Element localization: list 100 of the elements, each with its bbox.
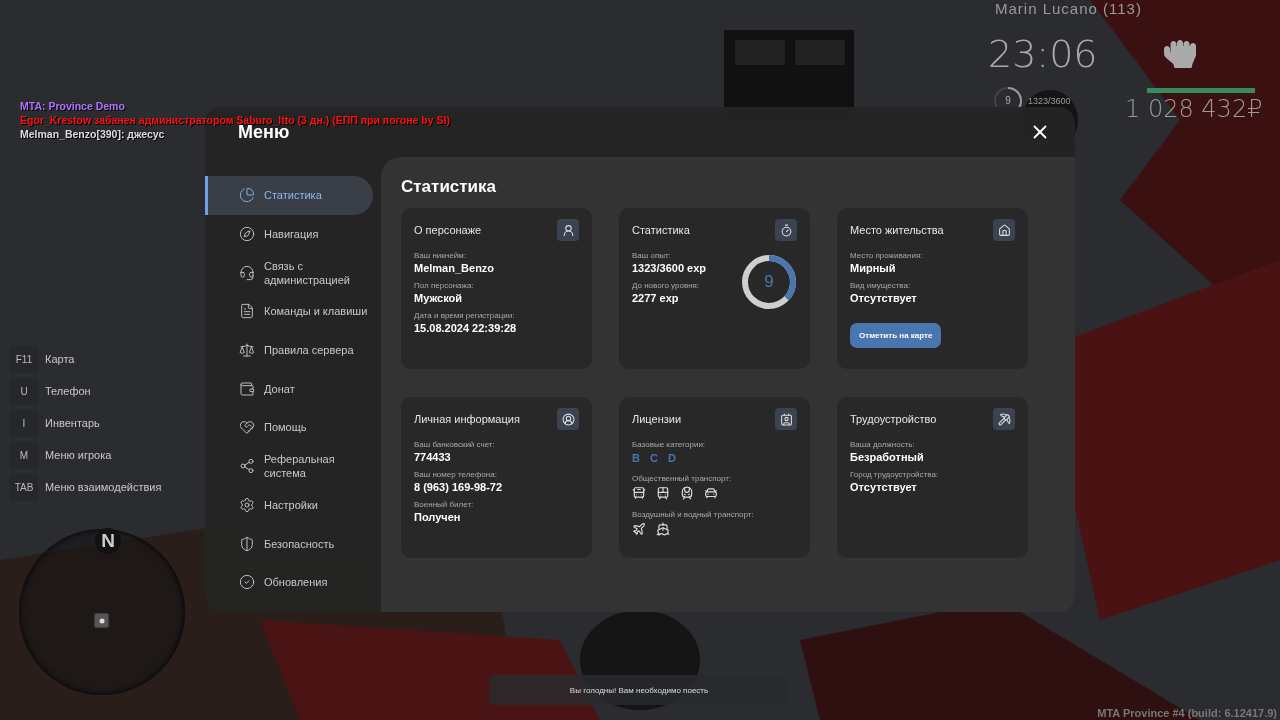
field-label: Ваш банковский счет: bbox=[414, 440, 496, 449]
heart-handshake-icon bbox=[239, 419, 255, 436]
chat-message: Melman_Benzo[390]: джесус bbox=[20, 127, 165, 141]
home-icon bbox=[993, 219, 1015, 241]
ship-icon bbox=[656, 522, 670, 536]
field-label: Дата и время регистрации: bbox=[414, 311, 516, 320]
car-icon bbox=[704, 486, 718, 500]
key-cap: U bbox=[10, 377, 38, 405]
share-icon bbox=[239, 458, 255, 475]
field-label: Пол персонажа: bbox=[414, 281, 475, 290]
sidebar-item[interactable]: Обновления bbox=[205, 562, 373, 602]
sidebar-label: Реферальная система bbox=[264, 452, 336, 481]
field-label: Вид имущества: bbox=[850, 281, 912, 290]
field-label: Военный билет: bbox=[414, 500, 475, 509]
chat-message: MTA: Province Demo bbox=[20, 99, 125, 113]
plane-icon bbox=[632, 522, 646, 536]
sidebar-label: Правила сервера bbox=[264, 343, 354, 358]
sidebar-item[interactable]: Правила сервера bbox=[205, 330, 373, 370]
scales-icon bbox=[239, 342, 255, 359]
card-title: О персонаже bbox=[414, 224, 482, 236]
field-label: Место проживания: bbox=[850, 251, 924, 260]
pickaxe-icon bbox=[993, 408, 1015, 430]
sidebar-item[interactable]: Реферальная система bbox=[205, 446, 373, 486]
key-cap: I bbox=[10, 409, 38, 437]
license-category: B bbox=[632, 452, 640, 464]
field-value: 8 (963) 169-98-72 bbox=[414, 481, 504, 493]
sidebar-label: Помощь bbox=[264, 420, 307, 435]
hotkey-label: Карта bbox=[45, 353, 75, 365]
hotkey-label: Телефон bbox=[45, 385, 91, 397]
build-info: MTA Province #4 (build: 6.12417.9) bbox=[1097, 707, 1277, 719]
level-number: 9 bbox=[1005, 96, 1011, 106]
sidebar-label: Обновления bbox=[264, 575, 328, 590]
timer-icon bbox=[775, 219, 797, 241]
sidebar-item[interactable]: Команды и клавиши bbox=[205, 292, 373, 331]
hotkey-label: Меню игрока bbox=[45, 449, 112, 461]
sidebar-label: Связь с администрацией bbox=[264, 258, 351, 287]
sidebar-item[interactable]: Безопасность bbox=[205, 524, 373, 563]
pie-chart-icon bbox=[239, 187, 255, 204]
field-label: Воздушный и водный транспорт: bbox=[632, 510, 755, 519]
sidebar-item[interactable]: Настройки bbox=[205, 485, 373, 525]
player-marker-icon bbox=[93, 612, 111, 630]
card-title: Трудоустройство bbox=[850, 413, 937, 425]
card-title: Место жительства bbox=[850, 224, 944, 236]
sidebar-label: Команды и клавиши bbox=[264, 304, 368, 319]
card-title: Лицензии bbox=[632, 413, 682, 425]
user-icon bbox=[557, 219, 579, 241]
settings-icon bbox=[239, 496, 255, 513]
sidebar-label: Донат bbox=[264, 381, 295, 396]
sidebar-item[interactable]: Статистика bbox=[205, 176, 373, 215]
field-label: Ваш опыт: bbox=[632, 251, 672, 260]
hotkey-label: Меню взаимодействия bbox=[45, 481, 162, 493]
field-label: Общественный транспорт: bbox=[632, 474, 733, 483]
check-circle-icon bbox=[239, 574, 255, 591]
field-value: Получен bbox=[414, 511, 462, 523]
sidebar-label: Безопасность bbox=[264, 536, 335, 551]
card-title: Личная информация bbox=[414, 413, 520, 425]
compass-icon bbox=[239, 226, 255, 243]
sidebar-label: Навигация bbox=[264, 227, 319, 242]
field-value: Безработный bbox=[850, 451, 925, 463]
license-category: C bbox=[649, 452, 658, 464]
field-value: Отсутствует bbox=[850, 481, 918, 493]
clock: 23:06 bbox=[988, 32, 1098, 76]
field-label: Город трудоустройства: bbox=[850, 470, 940, 479]
level-number: 9 bbox=[764, 273, 774, 291]
tram-icon bbox=[656, 486, 670, 500]
section-title: Статистика bbox=[401, 177, 498, 197]
bus-icon bbox=[632, 486, 646, 500]
field-value: Мужской bbox=[414, 292, 464, 304]
sidebar-label: Настройки bbox=[264, 497, 318, 512]
exp-text: 1323/3600 bbox=[1028, 96, 1071, 106]
field-value: 15.08.2024 22:39:28 bbox=[414, 322, 518, 334]
field-value: Отсутствует bbox=[850, 292, 918, 304]
field-value: 1323/3600 exp bbox=[632, 262, 707, 274]
field-value: Melman_Benzo bbox=[414, 262, 496, 274]
key-cap: F11 bbox=[10, 345, 38, 373]
document-icon bbox=[239, 303, 255, 320]
wallet-icon bbox=[239, 380, 255, 397]
field-value: 2277 exp bbox=[632, 292, 680, 304]
sidebar-label: Статистика bbox=[264, 188, 322, 203]
sidebar-item[interactable]: Навигация bbox=[205, 214, 373, 254]
sidebar-item[interactable]: Связь с администрацией bbox=[205, 253, 373, 293]
money: 1 028 432₽ bbox=[1125, 95, 1263, 123]
key-cap: TAB bbox=[10, 473, 38, 501]
field-label: Ваш никнейм: bbox=[414, 251, 467, 260]
chat-message: Egor_Krestow забанен администратором Saburo_Itto (3 дн.) (ЕПП при погоне by SI) bbox=[20, 113, 450, 126]
field-value: 774433 bbox=[414, 451, 452, 463]
hotkey-label: Инвентарь bbox=[45, 417, 100, 429]
sidebar-item[interactable]: Донат bbox=[205, 369, 373, 409]
shield-icon bbox=[239, 535, 255, 552]
field-label: Ваш номер телефона: bbox=[414, 470, 498, 479]
license-category: D bbox=[667, 452, 676, 464]
id-card-icon bbox=[775, 408, 797, 430]
card-title: Статистика bbox=[632, 224, 690, 236]
key-cap: M bbox=[10, 441, 38, 469]
mark-on-map-button[interactable]: Отметить на карте bbox=[850, 323, 942, 348]
train-icon bbox=[680, 486, 694, 500]
level-ring bbox=[742, 255, 796, 309]
sidebar-item[interactable]: Помощь bbox=[205, 408, 373, 447]
player-nametag: Marin Lucano (113) bbox=[995, 0, 1142, 18]
headset-icon bbox=[239, 264, 255, 281]
